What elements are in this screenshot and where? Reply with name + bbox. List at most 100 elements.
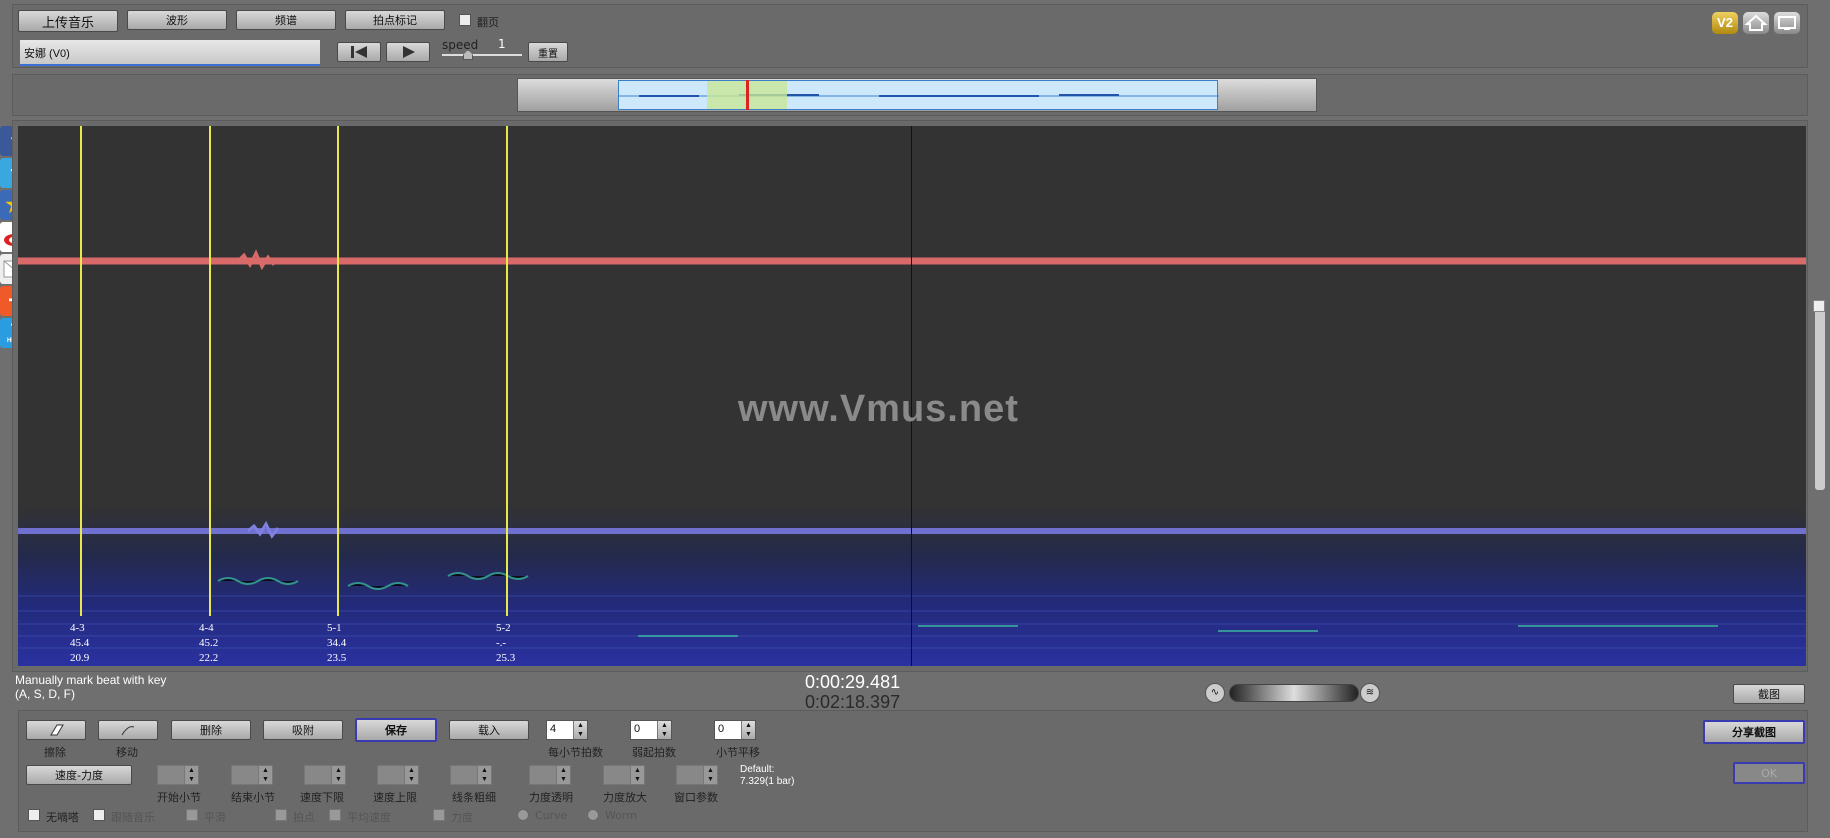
snap-button[interactable]: 吸附: [263, 720, 343, 740]
weak-start-value: 0: [634, 723, 641, 735]
spectrum-button[interactable]: 频谱: [236, 10, 336, 30]
tempo-max-stepper[interactable]: ▲ ▼: [377, 765, 419, 785]
beat-line-1[interactable]: [80, 126, 82, 616]
tempo-min-stepper[interactable]: ▲ ▼: [304, 765, 346, 785]
dyn-zoom-stepper[interactable]: ▲ ▼: [603, 765, 645, 785]
worm-radio[interactable]: [587, 809, 599, 821]
speed-slider[interactable]: [442, 54, 522, 56]
monitor-icon[interactable]: [1774, 12, 1800, 34]
song-name-field[interactable]: 安娜 (V0): [20, 40, 320, 66]
dyn-transparency-label: 力度透明: [529, 791, 573, 804]
avg-speed-label: 平均速度: [347, 811, 391, 824]
screenshot-button[interactable]: 截图: [1733, 684, 1805, 704]
hint-line-1: Manually mark beat with key: [15, 673, 167, 687]
play-button[interactable]: [386, 42, 430, 62]
zoom-out-icon[interactable]: ∿: [1205, 683, 1225, 703]
default-line-2: 7.329(1 bar): [740, 776, 795, 787]
waveform-button[interactable]: 波形: [127, 10, 227, 30]
move-button[interactable]: [98, 720, 158, 740]
spectrogram-view[interactable]: www.Vmus.net: [18, 126, 1806, 666]
overview-track[interactable]: [517, 78, 1317, 112]
home-icon[interactable]: [1743, 12, 1769, 34]
zoom-control[interactable]: ∿ ≋: [1205, 682, 1380, 704]
stepper-arrows-icon[interactable]: ▲ ▼: [573, 721, 587, 739]
erase-label: 擦除: [44, 746, 66, 759]
page-turn-checkbox[interactable]: [459, 14, 471, 26]
smooth-label: 平滑: [204, 811, 226, 824]
no-drag-checkbox[interactable]: [28, 809, 40, 821]
current-time: 0:00:29.481: [805, 672, 901, 692]
upload-music-button[interactable]: 上传音乐: [18, 10, 118, 32]
save-button[interactable]: 保存: [355, 718, 437, 742]
stepper-arrows-icon[interactable]: ▲ ▼: [258, 766, 272, 784]
beats-per-bar-value: 4: [550, 723, 557, 735]
bar-offset-label: 小节平移: [716, 746, 760, 759]
beat-point-checkbox[interactable]: [275, 809, 287, 821]
zoom-in-icon[interactable]: ≋: [1360, 683, 1380, 703]
skip-start-button[interactable]: [337, 42, 381, 62]
dyn-transparency-stepper[interactable]: ▲ ▼: [529, 765, 571, 785]
line-width-label: 线条粗细: [452, 791, 496, 804]
bar-offset-stepper[interactable]: 0 ▲ ▼: [714, 720, 756, 740]
worm-label: Worm: [605, 809, 638, 822]
avg-speed-checkbox[interactable]: [329, 809, 341, 821]
page-turn-label: 翻页: [477, 16, 499, 29]
beat-mark-button[interactable]: 拍点标记: [345, 10, 445, 30]
stepper-arrows-icon[interactable]: ▲ ▼: [477, 766, 491, 784]
move-label: 移动: [116, 746, 138, 759]
play-icon: [403, 46, 415, 58]
curve-radio[interactable]: [517, 809, 529, 821]
stepper-arrows-icon[interactable]: ▲ ▼: [657, 721, 671, 739]
ok-button[interactable]: OK: [1733, 762, 1805, 784]
overview-playhead: [746, 80, 749, 110]
window-param-stepper[interactable]: ▲ ▼: [676, 765, 718, 785]
share-screenshot-button[interactable]: 分享截图: [1703, 720, 1805, 744]
zoom-slider[interactable]: [1229, 684, 1359, 702]
beats-per-bar-label: 每小节拍数: [548, 746, 603, 759]
beat-point-label: 拍点: [293, 811, 315, 824]
stepper-arrows-icon[interactable]: ▲ ▼: [703, 766, 717, 784]
weak-start-stepper[interactable]: 0 ▲ ▼: [630, 720, 672, 740]
beats-per-bar-stepper[interactable]: 4 ▲ ▼: [546, 720, 588, 740]
song-name-text: 安娜 (V0): [24, 48, 70, 60]
beat-line-2[interactable]: [209, 126, 211, 616]
dynamics-label: 力度: [451, 811, 473, 824]
dynamics-checkbox[interactable]: [433, 809, 445, 821]
erase-button[interactable]: [26, 720, 86, 740]
tempo-dynamics-button[interactable]: 速度-力度: [26, 765, 132, 785]
scrollbar-arrow-icon[interactable]: [1813, 300, 1825, 312]
curve-label: Curve: [535, 809, 568, 822]
stepper-arrows-icon[interactable]: ▲ ▼: [331, 766, 345, 784]
end-bar-label: 结束小节: [231, 791, 275, 804]
dyn-zoom-label: 力度放大: [603, 791, 647, 804]
speed-label: speed: [442, 38, 479, 52]
skip-start-icon: [351, 46, 367, 58]
stepper-arrows-icon[interactable]: ▲ ▼: [404, 766, 418, 784]
beat-dynamics: 25.3: [496, 652, 516, 664]
follow-music-checkbox[interactable]: [93, 809, 105, 821]
beat-bar: 5-1: [327, 622, 342, 634]
end-bar-stepper[interactable]: ▲ ▼: [231, 765, 273, 785]
manual-beat-hint: Manually mark beat with key (A, S, D, F): [15, 673, 166, 701]
tempo-max-label: 速度上限: [373, 791, 417, 804]
follow-music-label: 跟随音乐: [111, 811, 155, 824]
v2-icon[interactable]: V2: [1712, 12, 1738, 34]
stepper-arrows-icon[interactable]: ▲ ▼: [741, 721, 755, 739]
delete-button[interactable]: 删除: [171, 720, 251, 740]
smooth-checkbox[interactable]: [186, 809, 198, 821]
beat-line-3[interactable]: [337, 126, 339, 616]
move-icon: [121, 726, 135, 736]
start-bar-stepper[interactable]: ▲ ▼: [157, 765, 199, 785]
vertical-scrollbar[interactable]: [1815, 300, 1825, 490]
overview-window[interactable]: [618, 80, 1219, 110]
line-width-stepper[interactable]: ▲ ▼: [450, 765, 492, 785]
stepper-arrows-icon[interactable]: ▲ ▼: [630, 766, 644, 784]
beat-dynamics: 22.2: [199, 652, 219, 664]
stepper-arrows-icon[interactable]: ▲ ▼: [184, 766, 198, 784]
start-bar-label: 开始小节: [157, 791, 201, 804]
beat-line-4[interactable]: [506, 126, 508, 616]
stepper-arrows-icon[interactable]: ▲ ▼: [556, 766, 570, 784]
default-line-1: Default:: [740, 764, 775, 775]
load-button[interactable]: 载入: [449, 720, 529, 740]
reset-button[interactable]: 重置: [528, 42, 568, 62]
